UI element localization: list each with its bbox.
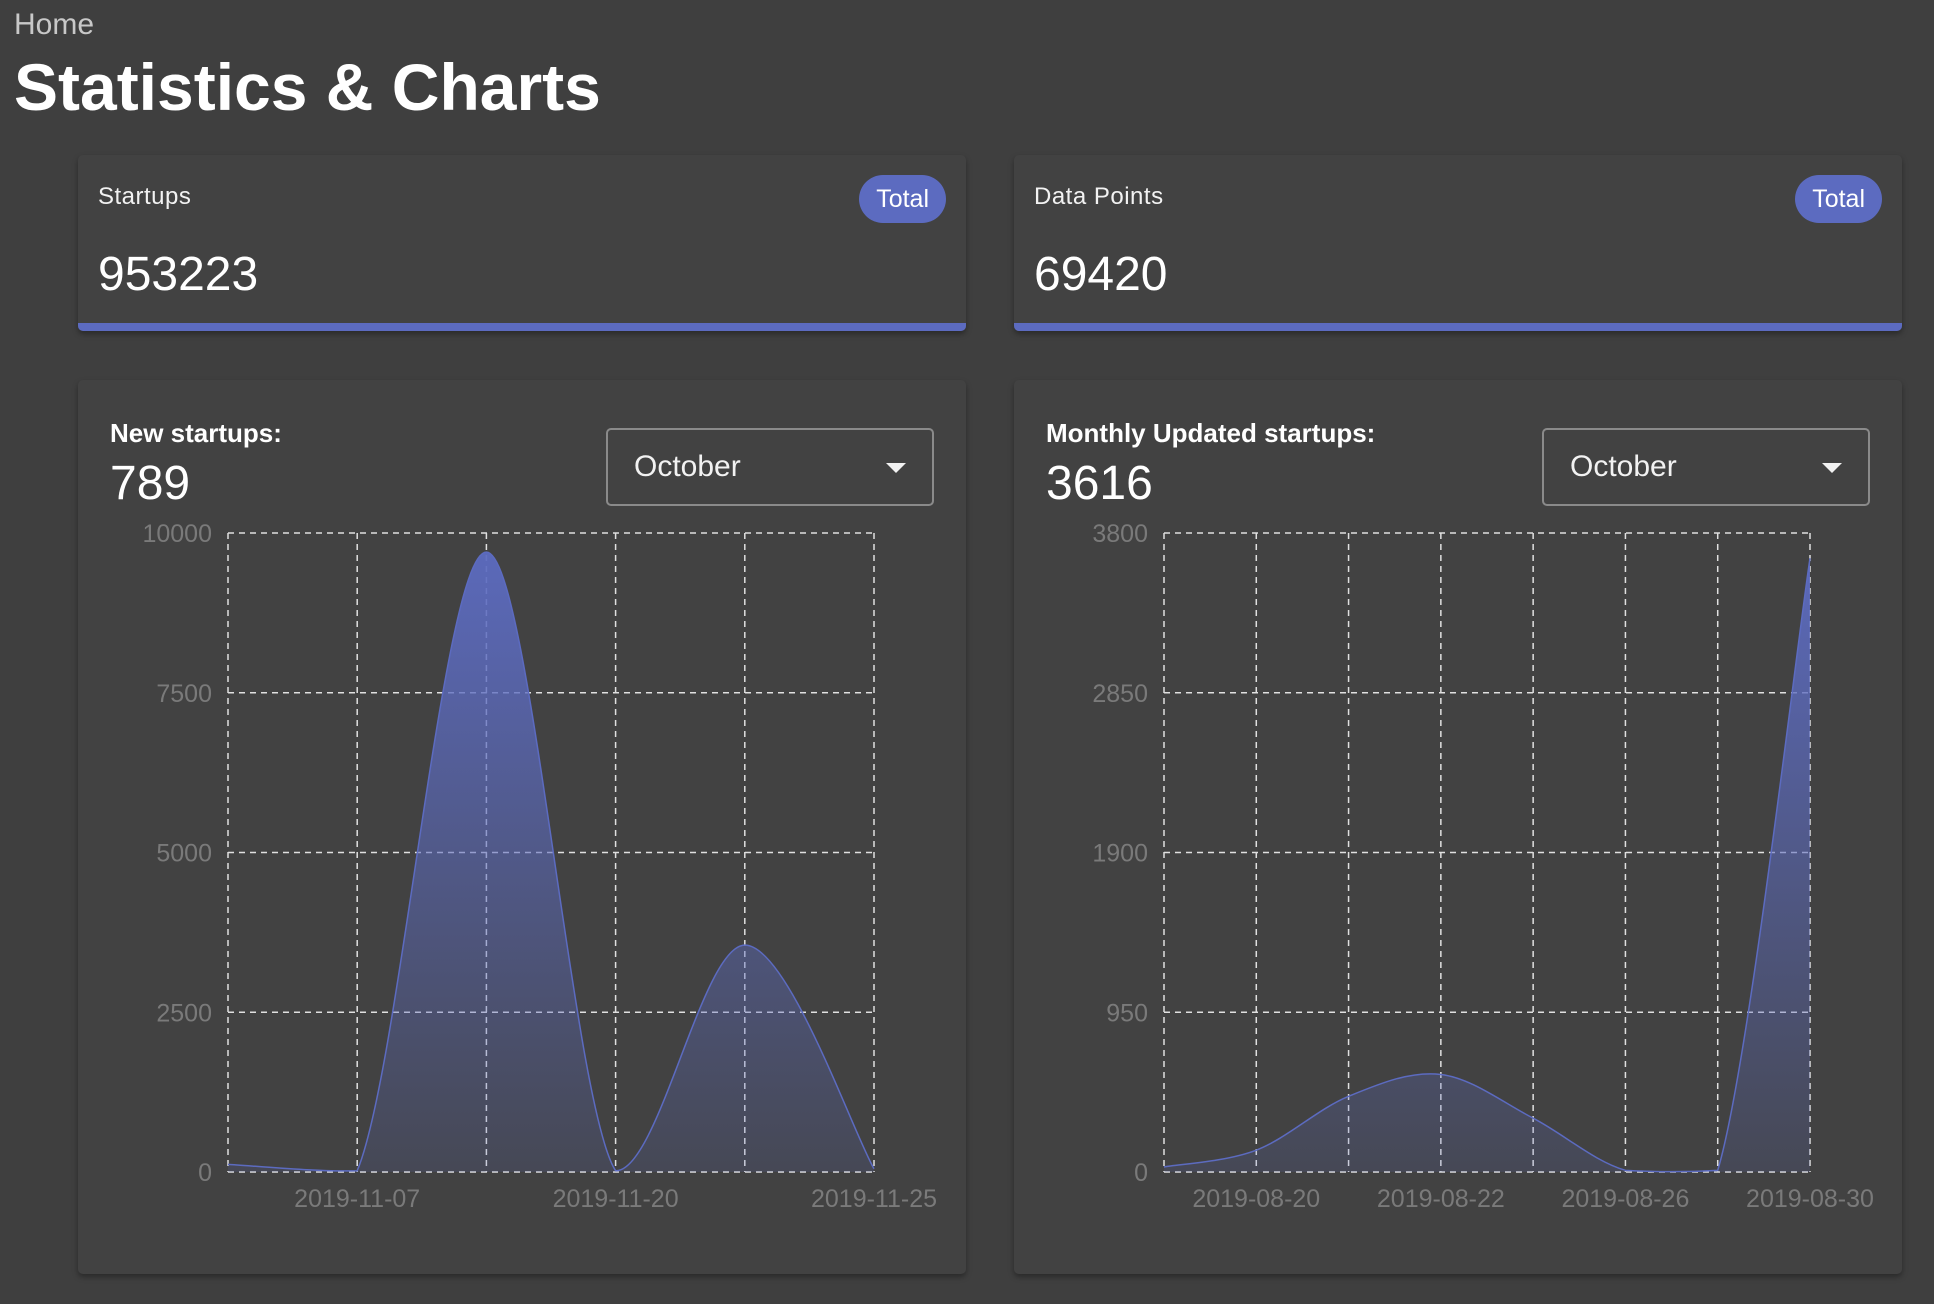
- accent-bar: [78, 323, 966, 331]
- monthly-updated-chart: 3800 2850 1900 950 0 2019-08-20 2019-08-22 2019…: [1092, 520, 1874, 1213]
- x-tick-label: 2019-08-22: [1377, 1185, 1505, 1213]
- total-badge: Total: [859, 175, 946, 223]
- y-tick-label: 0: [198, 1159, 212, 1187]
- x-tick-label: 2019-08-30: [1746, 1185, 1874, 1213]
- series-area: [228, 552, 874, 1172]
- x-tick-label: 2019-11-25: [811, 1185, 937, 1213]
- y-tick-label: 3800: [1092, 520, 1148, 548]
- y-tick-label: 2850: [1092, 680, 1148, 708]
- x-tick-label: 2019-11-07: [294, 1185, 420, 1213]
- series-area: [1164, 558, 1810, 1172]
- accent-bar: [1014, 323, 1902, 331]
- y-tick-label: 2500: [156, 999, 212, 1027]
- total-badge: Total: [1795, 175, 1882, 223]
- y-tick-label: 950: [1106, 999, 1148, 1027]
- stat-label: Startups: [98, 183, 192, 210]
- series-line: [1163, 558, 1811, 1173]
- stat-value: 69420: [1034, 248, 1168, 301]
- y-tick-label: 0: [1134, 1159, 1148, 1187]
- data-points-stat-card: Data Points Total 69420: [1014, 155, 1902, 331]
- stat-value: 953223: [98, 248, 259, 301]
- new-startups-chart: 10000 7500 5000 2500 0 2019-11-07 2019-11-20 20…: [142, 520, 937, 1213]
- page-title: Statistics & Charts: [14, 50, 601, 124]
- stat-label: Data Points: [1034, 183, 1164, 210]
- y-tick-label: 7500: [156, 680, 212, 708]
- monthly-updated-chart-card: Monthly Updated startups: 3616 October 3…: [1014, 380, 1902, 1274]
- new-startups-chart-card: New startups: 789 October 10000 7500 5000 2…: [78, 380, 966, 1274]
- startups-stat-card: Startups Total 953223: [78, 155, 966, 331]
- y-tick-label: 10000: [142, 520, 212, 548]
- x-tick-label: 2019-08-20: [1192, 1185, 1320, 1213]
- y-tick-label: 1900: [1092, 840, 1148, 868]
- breadcrumb[interactable]: Home: [14, 8, 94, 42]
- x-tick-label: 2019-08-26: [1561, 1185, 1689, 1213]
- x-tick-label: 2019-11-20: [553, 1185, 679, 1213]
- y-tick-label: 5000: [156, 840, 212, 868]
